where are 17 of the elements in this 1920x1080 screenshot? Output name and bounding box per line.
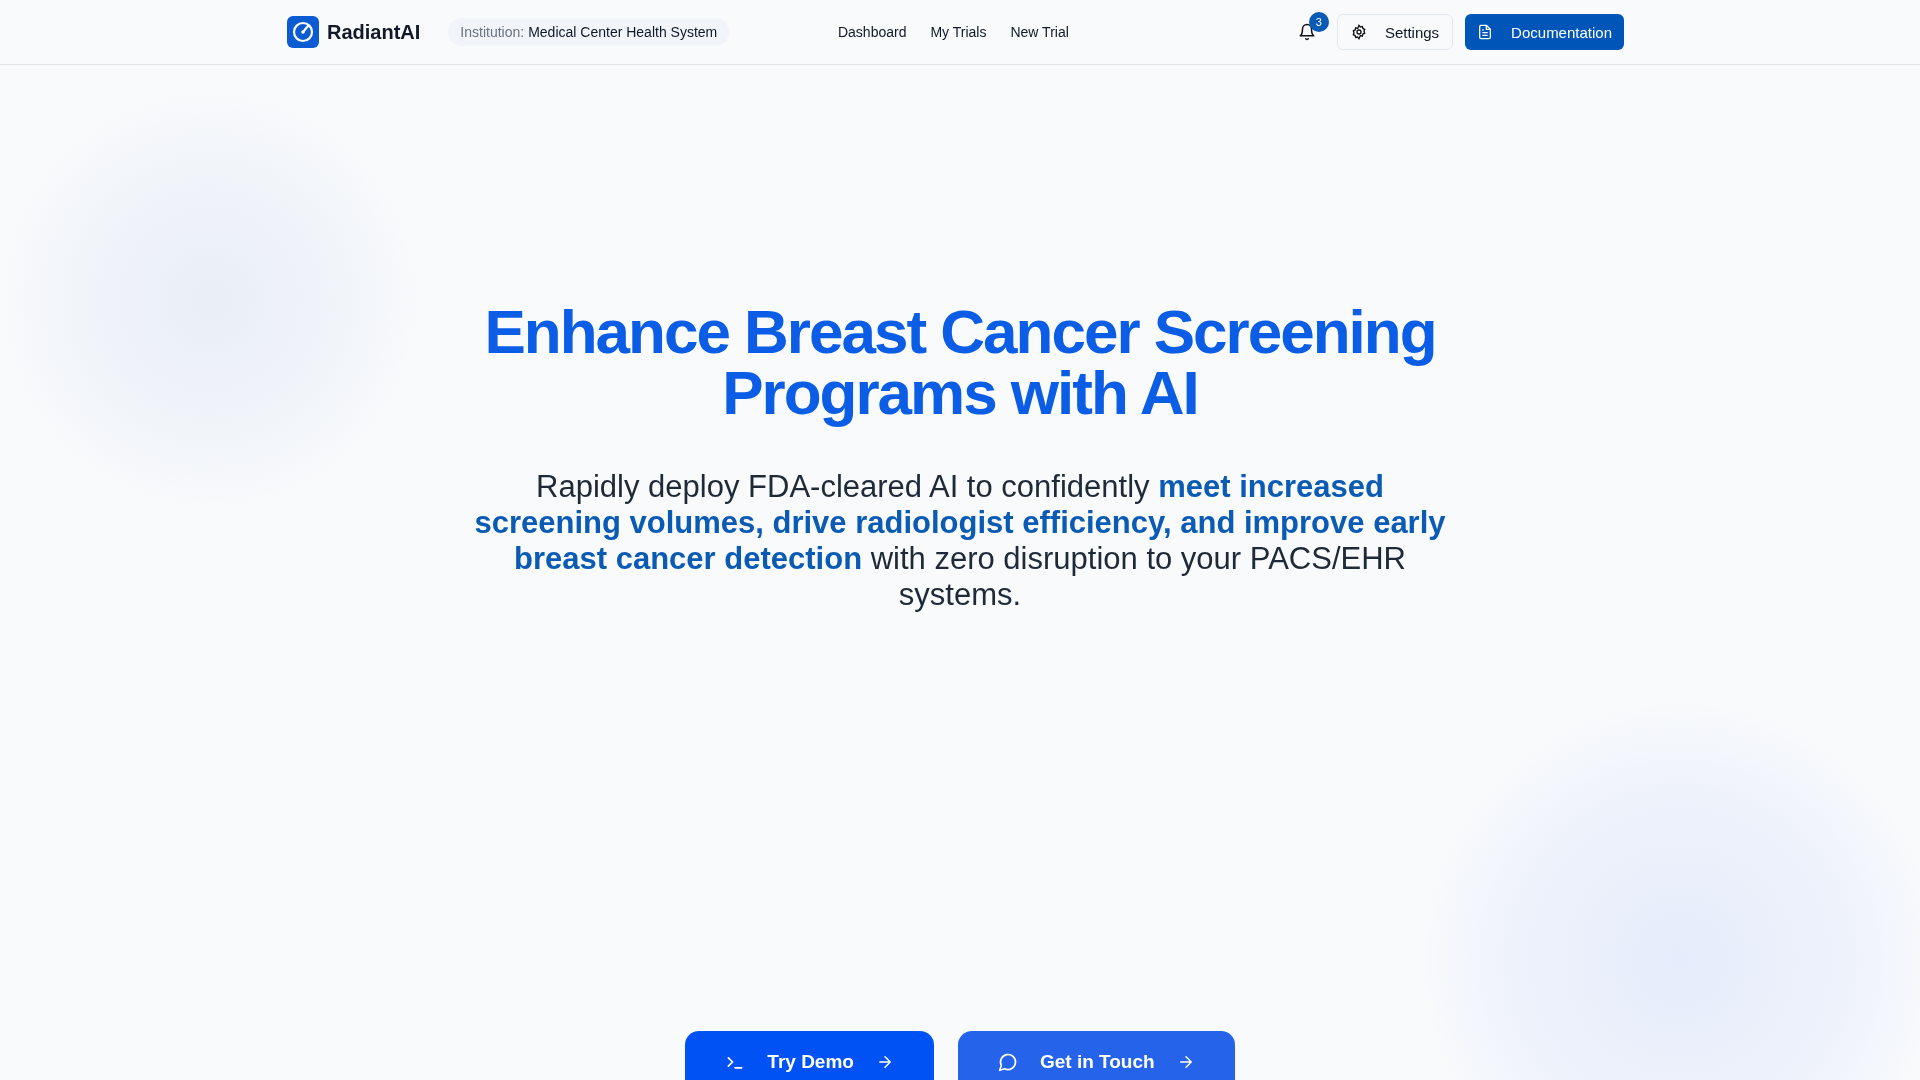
documentation-button[interactable]: Documentation [1465,14,1624,50]
gauge-logo-icon [287,16,319,48]
institution-name: Medical Center Health System [528,24,718,40]
settings-button[interactable]: Settings [1336,14,1454,50]
notification-count-badge: 3 [1308,12,1329,32]
nav-link[interactable]: New Trial [1010,24,1069,40]
contact-button[interactable]: Get in Touch [957,1031,1235,1080]
notification-bell-icon[interactable] [1297,23,1316,41]
settings-icon [1350,24,1367,40]
nav-link[interactable]: Dashboard [837,24,907,40]
document-icon [1477,24,1494,40]
institution-label: Institution: [460,24,525,40]
try-demo-button[interactable]: Try Demo [685,1031,934,1080]
nav-link[interactable]: My Trials [930,24,987,40]
chat-bubble-icon [997,1052,1018,1072]
brand-name[interactable]: RadiantAI [327,20,421,44]
hero-subtitle: Rapidly deploy FDA-cleared AI to confidently meet increased screening volumes, drive radiologist efficiency, and improve early breast cancer detection with zero disruption to your PACS/EHR systems. [473,469,1447,613]
